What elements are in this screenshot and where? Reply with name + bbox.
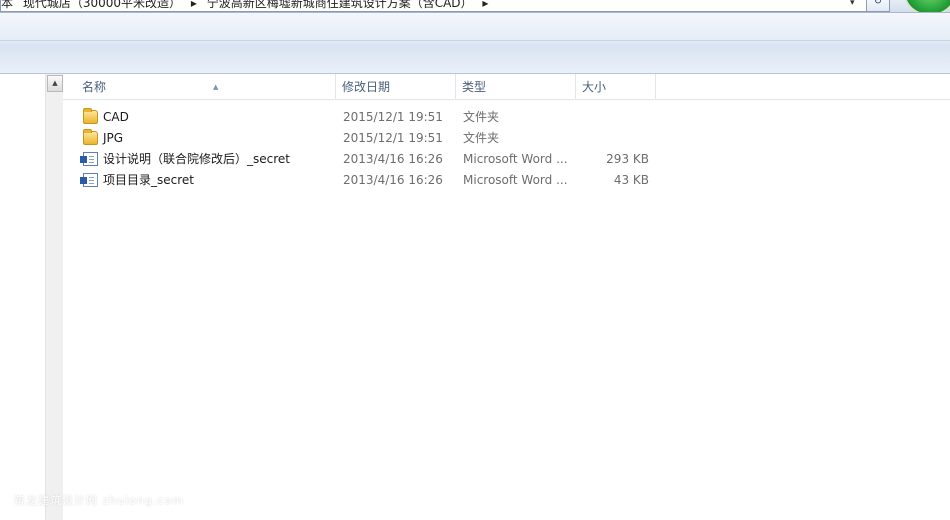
- column-header-bar: 名称 ▲ 修改日期 类型 大小: [63, 74, 950, 100]
- file-date: 2015/12/1 19:51: [343, 131, 443, 145]
- file-name: 设计说明（联合院修改后）_secret: [103, 152, 290, 166]
- scroll-up-icon: ▲: [52, 79, 58, 87]
- navigation-pane: [0, 74, 45, 520]
- toolbar-divider: [0, 40, 950, 41]
- word-doc-icon: [80, 173, 98, 187]
- breadcrumb-separator[interactable]: ▸: [482, 0, 488, 10]
- file-size: [583, 128, 649, 149]
- column-header-date[interactable]: 修改日期: [336, 74, 456, 99]
- folder-icon: [83, 108, 98, 124]
- file-row-design-notes[interactable]: 设计说明（联合院修改后）_secret 2013/4/16 16:26 Micr…: [79, 149, 659, 170]
- file-name: CAD: [103, 110, 129, 124]
- column-header-type-label: 类型: [462, 80, 487, 94]
- watermark: 筑龙建筑设计网 zhulong.com: [14, 494, 184, 507]
- file-type: Microsoft Word ...: [463, 152, 568, 166]
- column-header-size-label: 大小: [582, 80, 607, 94]
- file-size: 293 KB: [606, 152, 649, 166]
- scroll-up-button[interactable]: ▲: [47, 75, 63, 92]
- file-type: Microsoft Word ...: [463, 173, 568, 187]
- breadcrumb-segment[interactable]: 现代城店（30000平米改造）: [23, 0, 181, 10]
- file-row-cad[interactable]: CAD 2015/12/1 19:51 文件夹: [79, 107, 659, 128]
- file-size: [583, 107, 649, 128]
- column-header-size[interactable]: 大小: [576, 74, 656, 99]
- column-header-name-label: 名称: [82, 80, 107, 94]
- file-list-pane: 名称 ▲ 修改日期 类型 大小 CAD 2015/12/1 19:51 文件夹 …: [63, 74, 950, 520]
- address-dropdown-icon[interactable]: ▾: [850, 0, 855, 8]
- word-doc-icon: [80, 152, 98, 166]
- sort-ascending-icon: ▲: [213, 83, 219, 91]
- refresh-icon: ↻: [873, 0, 883, 7]
- file-date: 2013/4/16 16:26: [343, 152, 443, 166]
- breadcrumb-separator[interactable]: ▸: [191, 0, 197, 10]
- column-header-name[interactable]: 名称 ▲: [76, 74, 336, 99]
- file-row-jpg[interactable]: JPG 2015/12/1 19:51 文件夹: [79, 128, 659, 149]
- command-toolbar: [0, 13, 950, 74]
- refresh-button[interactable]: ↻: [866, 0, 890, 12]
- navigation-scrollbar[interactable]: ▲: [45, 74, 64, 520]
- address-breadcrumb[interactable]: 本 现代城店（30000平米改造） ▸ 宁波高新区梅墟新城商住建筑设计方案（含C…: [0, 0, 870, 12]
- breadcrumb-segment[interactable]: 宁波高新区梅墟新城商住建筑设计方案（含CAD）: [207, 0, 473, 10]
- app-globe-icon: [904, 0, 950, 12]
- file-size: 43 KB: [613, 173, 649, 187]
- file-date: 2015/12/1 19:51: [343, 110, 443, 124]
- breadcrumb-segment[interactable]: 本: [1, 0, 13, 10]
- file-row-project-index[interactable]: 项目目录_secret 2013/4/16 16:26 Microsoft Wo…: [79, 170, 659, 191]
- address-bar: 本 现代城店（30000平米改造） ▸ 宁波高新区梅墟新城商住建筑设计方案（含C…: [0, 0, 950, 13]
- file-type: 文件夹: [463, 110, 500, 124]
- file-name: JPG: [103, 131, 124, 145]
- column-header-type[interactable]: 类型: [456, 74, 576, 99]
- file-type: 文件夹: [463, 131, 500, 145]
- file-date: 2013/4/16 16:26: [343, 173, 443, 187]
- file-name: 项目目录_secret: [103, 173, 194, 187]
- column-header-date-label: 修改日期: [342, 80, 391, 94]
- folder-icon: [83, 129, 98, 145]
